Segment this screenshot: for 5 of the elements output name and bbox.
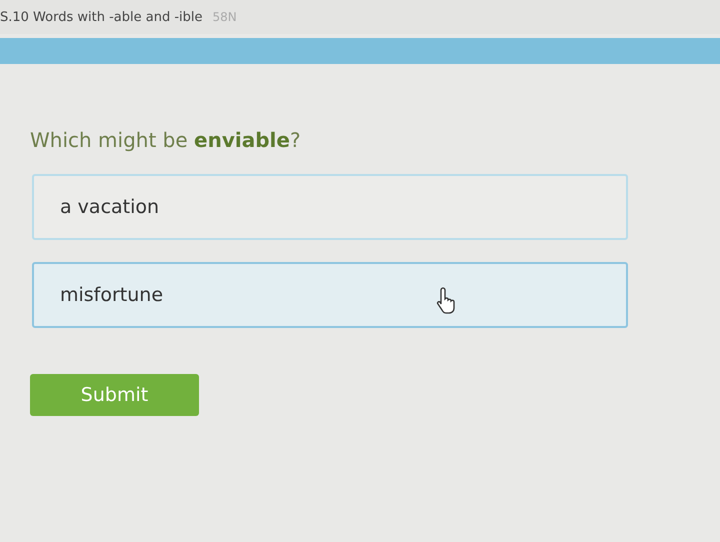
skill-code: 58N [212,10,237,24]
question-text: Which might be enviable? [30,128,302,152]
skill-title: S.10 Words with -able and -ible [0,10,202,24]
answer-option[interactable]: misfortune [32,262,628,328]
answer-option[interactable]: a vacation [32,174,628,240]
